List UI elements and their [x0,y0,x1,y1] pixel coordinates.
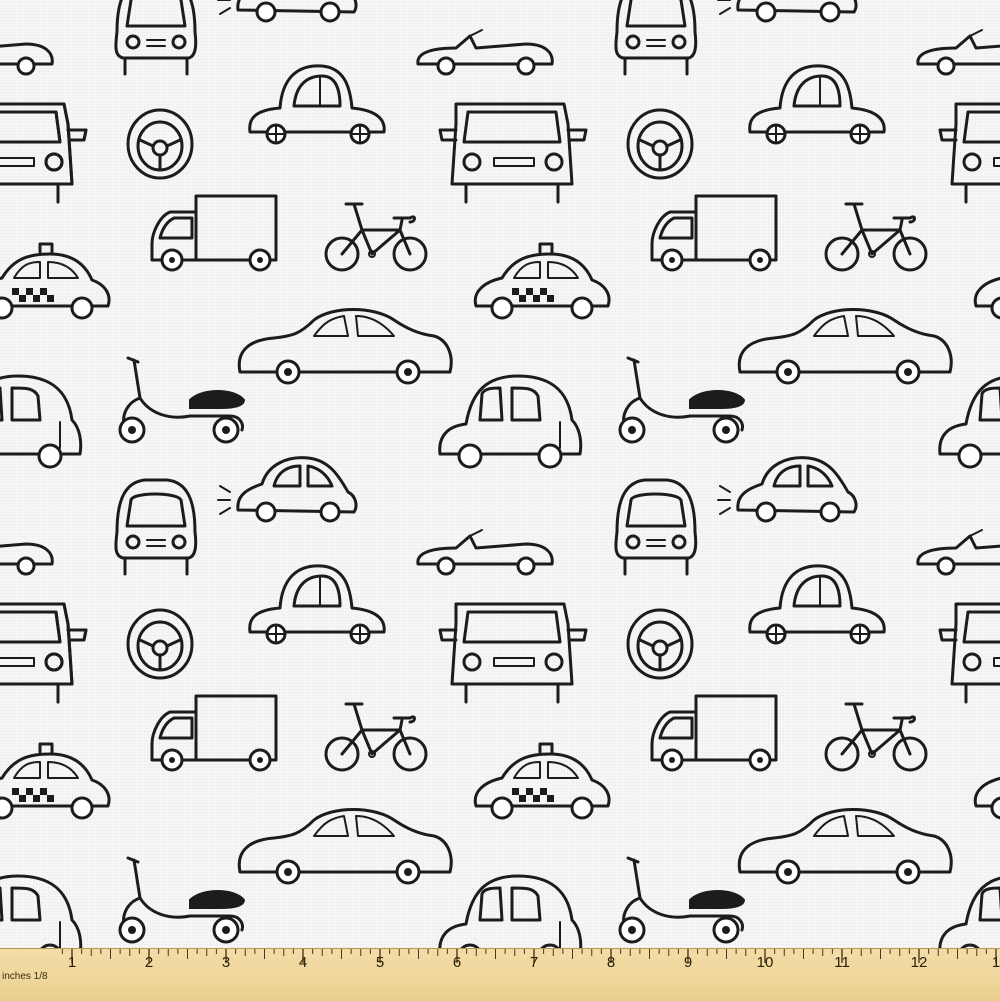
ruler-caption: inches 1/8 [2,971,48,982]
ruler-number: 5 [375,954,385,971]
measuring-ruler: inches 1/8 1 2 3 4 5 6 7 8 9 10 11 12 1 [0,948,1000,1001]
ruler-number: 7 [529,954,539,971]
fabric-pattern [0,0,1000,948]
ruler-number: 6 [452,954,462,971]
ruler-number: 4 [298,954,308,971]
ruler-number: 3 [221,954,231,971]
ruler-number: 11 [834,954,850,971]
ruler-number: 9 [683,954,693,971]
ruler-number: 1 [991,954,1000,971]
ruler-number: 8 [606,954,616,971]
ruler-number: 1 [67,954,77,971]
vehicle-pattern [0,0,1000,948]
ruler-number: 2 [144,954,154,971]
ruler-number: 12 [910,954,928,971]
ruler-number: 10 [756,954,774,971]
